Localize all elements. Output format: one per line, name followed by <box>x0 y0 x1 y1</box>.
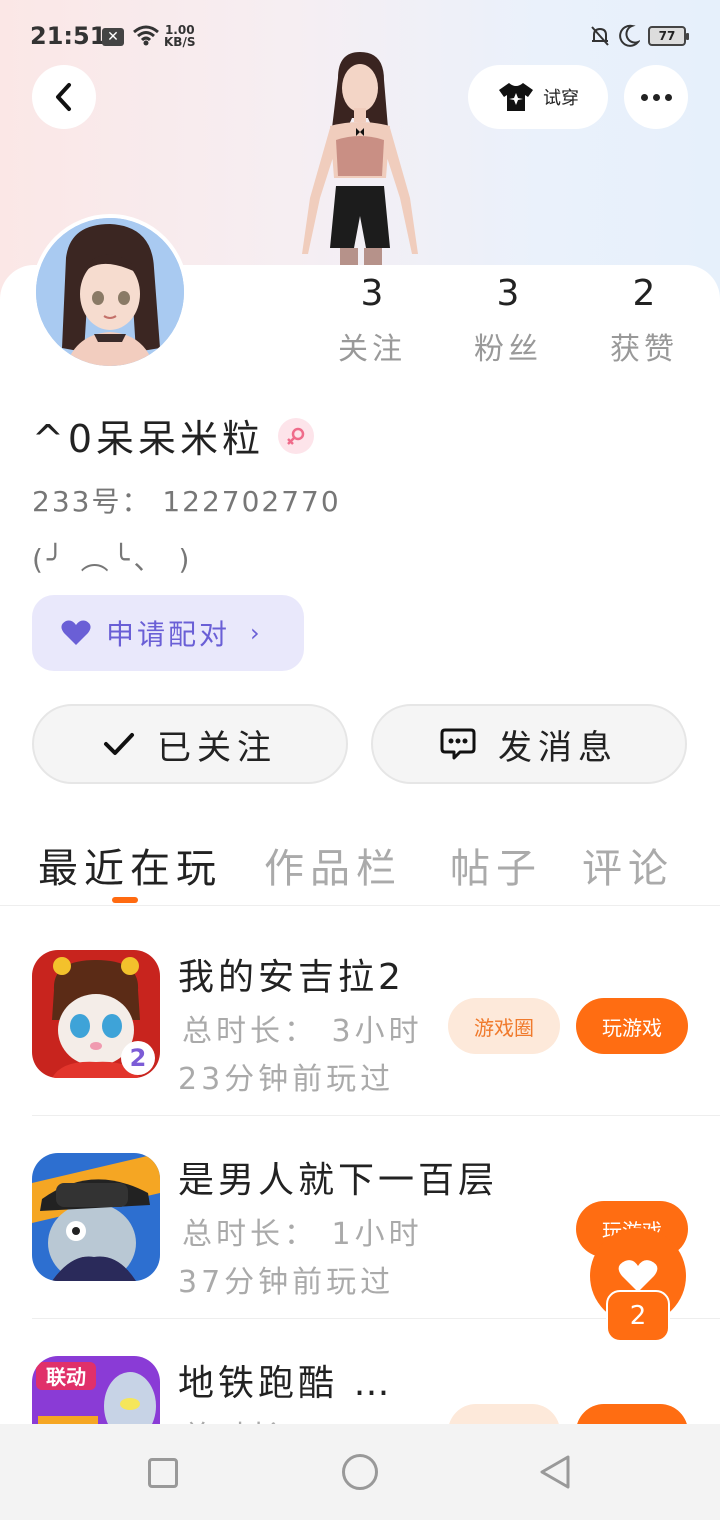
heart-icon <box>61 620 91 645</box>
back-button[interactable] <box>32 65 96 129</box>
game-icon-angela2: 2 <box>32 950 160 1078</box>
system-nav-bar <box>0 1424 720 1520</box>
username: ^0呆呆米粒 <box>32 417 265 461</box>
wifi-icon <box>133 25 159 46</box>
heart-icon <box>618 1260 658 1292</box>
stat-likes-value: 2 <box>632 273 656 314</box>
home-button[interactable] <box>342 1454 378 1490</box>
send-message-label: 发消息 <box>498 727 618 768</box>
stat-likes-label: 获赞 <box>610 332 678 367</box>
tab-recently-played[interactable]: 最近在玩 <box>38 836 222 894</box>
tab-comments[interactable]: 评论 <box>582 836 674 894</box>
tab-active-indicator <box>112 897 138 903</box>
stat-following-label: 关注 <box>338 332 406 367</box>
like-count-badge: 2 <box>606 1290 670 1342</box>
game-name: 地铁跑酷 … <box>178 1363 394 1404</box>
game-last-played: 23分钟前玩过 <box>178 1062 395 1097</box>
chevron-left-icon <box>56 83 71 111</box>
user-id: 233号： 122702770 <box>32 485 341 518</box>
avatar[interactable] <box>32 214 188 370</box>
stat-fans-value: 3 <box>496 273 520 314</box>
check-icon <box>104 733 134 755</box>
game-duration: 总时长： 3小时 <box>182 1014 423 1049</box>
battery-indicator: 77 <box>648 26 689 46</box>
stat-fans[interactable]: 3 粉丝 <box>453 272 563 368</box>
apply-pair-label: 申请配对 <box>106 618 231 651</box>
tab-works[interactable]: 作品栏 <box>264 836 402 894</box>
game-name: 我的安吉拉2 <box>178 957 405 998</box>
stat-following[interactable]: 3 关注 <box>317 272 427 368</box>
username-row: ^0呆呆米粒 <box>32 408 315 463</box>
more-options-button[interactable] <box>624 65 688 129</box>
bell-muted-icon <box>591 26 609 46</box>
list-item[interactable]: 2 我的安吉拉2 总时长： 3小时 23分钟前玩过 游戏圈 玩游戏 <box>0 914 720 1116</box>
game-circle-button[interactable]: 游戏圈 <box>448 998 560 1054</box>
stat-likes[interactable]: 2 获赞 <box>589 272 699 368</box>
user-bio: (╯ ︵╰、 ) <box>32 543 194 576</box>
svg-text:2: 2 <box>130 1044 147 1072</box>
network-speed: 1.00 KB/S <box>164 24 195 48</box>
send-message-button[interactable]: 发消息 <box>371 704 687 784</box>
game-last-played: 37分钟前玩过 <box>178 1265 395 1300</box>
apply-pair-button[interactable]: 申请配对 › <box>32 595 304 671</box>
game-icon-down100 <box>32 1153 160 1281</box>
avatar-3d-figure <box>280 48 440 266</box>
stat-following-value: 3 <box>360 273 384 314</box>
chat-bubble-icon <box>440 728 476 760</box>
stat-fans-label: 粉丝 <box>474 332 542 367</box>
followed-button[interactable]: 已关注 <box>32 704 348 784</box>
profile-tabs: 最近在玩 作品栏 帖子 评论 <box>0 830 720 906</box>
tshirt-icon <box>499 83 533 111</box>
nav-back-triangle-icon[interactable] <box>538 1454 572 1490</box>
moon-icon <box>619 24 640 47</box>
list-divider <box>32 1115 720 1116</box>
recent-apps-button[interactable] <box>148 1458 178 1488</box>
status-time: 21:51 <box>30 22 107 50</box>
more-dots-icon <box>640 93 672 101</box>
notification-x-icon: ✕ <box>102 28 124 46</box>
tab-posts[interactable]: 帖子 <box>450 836 542 894</box>
female-gender-icon <box>278 417 315 454</box>
tryon-label: 试穿 <box>543 88 579 109</box>
chevron-right-icon: › <box>250 619 263 647</box>
tryon-button[interactable]: 试穿 <box>468 65 608 129</box>
play-game-button[interactable]: 玩游戏 <box>576 998 688 1054</box>
network-speed-unit: KB/S <box>164 35 196 49</box>
icon-badge-text: 联动 <box>46 1365 86 1389</box>
game-name: 是男人就下一百层 <box>178 1160 499 1201</box>
followed-label: 已关注 <box>157 727 277 768</box>
game-duration: 总时长： 1小时 <box>182 1217 423 1252</box>
